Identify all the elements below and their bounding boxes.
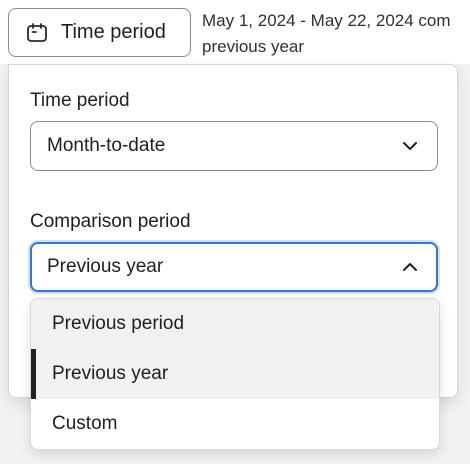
time-period-value: Month-to-date — [47, 135, 166, 156]
option-label: Previous year — [52, 363, 169, 384]
calendar-icon — [25, 21, 49, 45]
time-period-button-label: Time period — [61, 21, 166, 43]
option-previous-period[interactable]: Previous period — [31, 299, 439, 349]
time-period-label: Time period — [30, 90, 130, 111]
time-period-button[interactable]: Time period — [8, 8, 191, 57]
chevron-down-icon — [399, 135, 421, 157]
option-label: Custom — [52, 413, 118, 434]
option-custom[interactable]: Custom — [31, 399, 439, 449]
date-range-line-1: May 1, 2024 - May 22, 2024 com — [202, 11, 451, 30]
comparison-period-options: Previous period Previous year Custom — [30, 298, 440, 450]
option-previous-year[interactable]: Previous year — [31, 349, 439, 399]
comparison-period-label: Comparison period — [30, 211, 191, 232]
selected-indicator — [31, 349, 36, 399]
comparison-period-select[interactable]: Previous year — [30, 242, 438, 292]
option-label: Previous period — [52, 313, 185, 334]
page: Time period May 1, 2024 - May 22, 2024 c… — [0, 0, 470, 464]
date-range-summary: May 1, 2024 - May 22, 2024 com previous … — [202, 8, 470, 60]
comparison-period-value: Previous year — [47, 256, 164, 277]
time-period-select[interactable]: Month-to-date — [30, 121, 438, 171]
chevron-up-icon — [399, 256, 421, 278]
date-range-line-2: previous year — [202, 37, 305, 56]
